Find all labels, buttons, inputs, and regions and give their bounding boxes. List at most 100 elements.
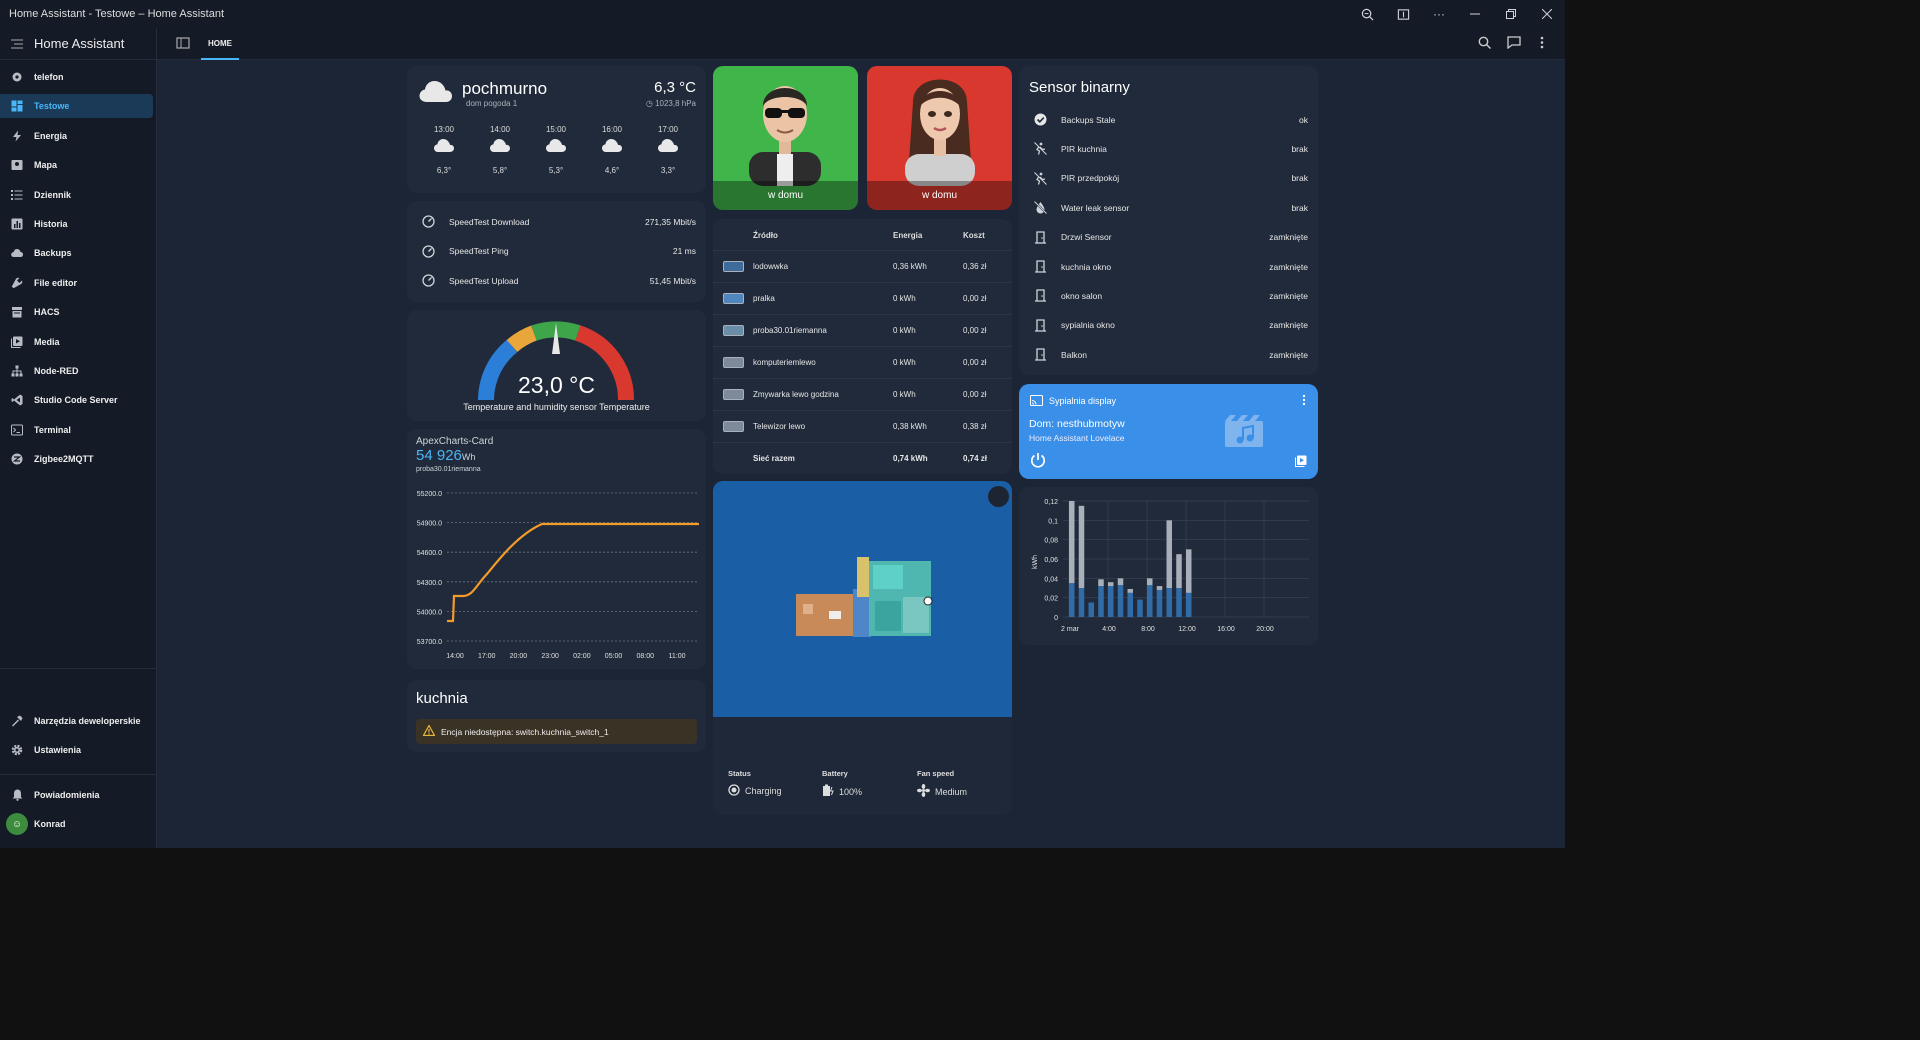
speedtest-name: SpeedTest Upload (449, 275, 519, 286)
overflow-menu-icon[interactable] (1302, 394, 1306, 409)
binary-sensor-row[interactable]: PIR przedpokój brak (1019, 164, 1318, 193)
speedtest-value: 271,35 Mbit/s (644, 216, 696, 227)
sidebar-item-file-editor[interactable]: File editor (0, 271, 153, 295)
apex-value-unit: Wh (461, 452, 476, 462)
sidebar-divider (0, 668, 157, 669)
bar-series-1 (1078, 505, 1085, 588)
binary-sensor-state: zamknięte (1269, 290, 1308, 301)
binary-sensor-row[interactable]: sypialnia okno zamknięte (1019, 311, 1318, 340)
sidebar-item-hacs[interactable]: HACS (0, 300, 153, 324)
sidebar-item-terminal[interactable]: Terminal (0, 418, 153, 442)
energy-cost: 0,00 zł (963, 326, 987, 335)
speedtest-row[interactable]: SpeedTest Upload 51,45 Mbit/s (407, 266, 706, 295)
vacuum-fan-speed: Fan speed Medium (917, 769, 967, 799)
search-icon[interactable] (1478, 36, 1492, 52)
apex-y-tick: 55200.0 (417, 491, 442, 498)
zoom-icon[interactable] (1349, 0, 1385, 28)
energy-sources-table: Źródło Energia Koszt lodowwka 0,36 kWh 0,3… (713, 219, 1012, 474)
person-card-2[interactable]: w domu (867, 66, 1012, 210)
binary-sensor-name: okno salon (1061, 290, 1103, 301)
restore-icon[interactable] (1493, 0, 1529, 28)
energy-total-row: Sieć razem 0,74 kWh 0,74 zł (713, 442, 1012, 474)
cloud-icon (0, 247, 34, 259)
sitemap-icon (0, 365, 34, 377)
sidebar-item-label: Dziennik (34, 189, 72, 200)
play-box-icon (0, 336, 34, 348)
door-icon (1025, 348, 1055, 361)
apex-y-tick: 54300.0 (417, 580, 442, 587)
binary-sensor-row[interactable]: Backups Stale ok (1019, 105, 1318, 134)
kitchen-title: kuchnia (416, 690, 468, 707)
media-player-card[interactable]: Sypialnia display Dom: nesthubmotyw Home… (1019, 384, 1318, 479)
sidebar-item-node-red[interactable]: Node-RED (0, 359, 153, 383)
media-title: Dom: nesthubmotyw (1029, 418, 1125, 430)
cloud-icon (592, 138, 632, 155)
header-cost: Koszt (963, 231, 985, 240)
sidebar-item-testowe[interactable]: Testowe (0, 94, 153, 119)
forecast-temp: 6,3° (436, 166, 452, 175)
store-icon (0, 306, 34, 318)
fan-label: Fan speed (917, 769, 955, 778)
minimize-icon[interactable] (1457, 0, 1493, 28)
sidebar: Home Assistant telefon Testowe Energia Mapa… (0, 28, 157, 848)
binary-sensor-state: zamknięte (1269, 349, 1308, 360)
binary-sensor-row[interactable]: Balkon zamknięte (1019, 340, 1318, 369)
pressure-value: 1023,8 hPa (655, 99, 696, 108)
sidebar-item-notifications[interactable]: Powiadomienia (0, 783, 153, 807)
phone-icon (0, 71, 34, 83)
sidebar-item-ustawienia[interactable]: Ustawienia (0, 738, 153, 762)
binary-sensor-name: Water leak sensor (1061, 202, 1130, 213)
gauge-card[interactable]: 23,0 °C Temperature and humidity sensor … (407, 310, 706, 421)
sidebar-item-media[interactable]: Media (0, 330, 153, 354)
sidebar-item-studio-code-server[interactable]: Studio Code Server (0, 388, 153, 412)
overflow-menu-icon[interactable] (1540, 36, 1544, 52)
menu-toggle-icon[interactable] (0, 39, 34, 49)
energy-row: pralka 0 kWh 0,00 zł (713, 282, 1012, 314)
person-card-1[interactable]: w domu (713, 66, 858, 210)
sidebar-item-label: Energia (34, 130, 68, 141)
binary-sensor-row[interactable]: kuchnia okno zamknięte (1019, 252, 1318, 281)
sidebar-item-telefon[interactable]: telefon (0, 65, 153, 89)
binary-sensor-row[interactable]: Water leak sensor brak (1019, 193, 1318, 222)
binary-sensor-row[interactable]: PIR kuchnia brak (1019, 134, 1318, 163)
sidebar-item-mapa[interactable]: Mapa (0, 153, 153, 177)
top-bar: HOME (157, 28, 1565, 60)
sidebar-item-dziennik[interactable]: Dziennik (0, 183, 153, 207)
forecast-item: 16:00 4,6° (592, 125, 632, 175)
sidebar-item-energia[interactable]: Energia (0, 124, 153, 148)
sidebar-item-backups[interactable]: Backups (0, 241, 153, 265)
energy-value: 0 kWh (893, 358, 916, 367)
speedtest-row[interactable]: SpeedTest Download 271,35 Mbit/s (407, 207, 706, 236)
bar-series-0 (1108, 586, 1114, 617)
bar-series-0 (1176, 588, 1182, 617)
sidebar-item-historia[interactable]: Historia (0, 212, 153, 236)
energy-source-name: komputeriemlewo (753, 358, 816, 367)
sidebar-item-user[interactable]: ☺ Konrad (0, 812, 153, 836)
energy-bar-chart: 0,12 0,1 0,08 0,06 0,04 0,02 02 mar 4:00 8:00 12:… (1032, 499, 1309, 633)
binary-sensor-state: ok (1299, 114, 1308, 125)
binary-sensor-row[interactable]: okno salon zamknięte (1019, 281, 1318, 310)
sidebar-item-narz-dzia-deweloperskie[interactable]: Narzędzia deweloperskie (0, 709, 153, 733)
close-icon[interactable] (1529, 0, 1565, 28)
power-icon[interactable] (1030, 452, 1046, 471)
energy-color-swatch (723, 325, 744, 336)
view-icon[interactable] (176, 36, 190, 53)
assist-icon[interactable] (1507, 36, 1521, 52)
more-icon[interactable]: ··· (1421, 0, 1457, 28)
vacuum-action-button[interactable] (988, 486, 1009, 507)
binary-sensor-row[interactable]: Drzwi Sensor zamknięte (1019, 223, 1318, 252)
tab-home[interactable]: HOME (201, 28, 239, 60)
bar-series-1 (1127, 588, 1133, 593)
bar-series-0 (1069, 583, 1075, 617)
vacuum-map[interactable] (713, 481, 1012, 717)
bar-series-0 (1137, 599, 1143, 617)
bar-series-1 (1108, 582, 1114, 587)
speedtest-row[interactable]: SpeedTest Ping 21 ms (407, 237, 706, 266)
sidebar-item-zigbee2mqtt[interactable]: Zigbee2MQTT (0, 447, 153, 471)
media-browse-icon[interactable] (1295, 455, 1307, 470)
vacuum-card[interactable]: Status Charging Battery 100% Fan speed M… (713, 481, 1012, 815)
energy-cost: 0,00 zł (963, 294, 987, 303)
avatar-icon (905, 79, 975, 186)
app-install-icon[interactable] (1385, 0, 1421, 28)
weather-card[interactable]: pochmurno dom pogoda 1 6,3 °C ◷ 1023,8 h… (407, 66, 706, 193)
